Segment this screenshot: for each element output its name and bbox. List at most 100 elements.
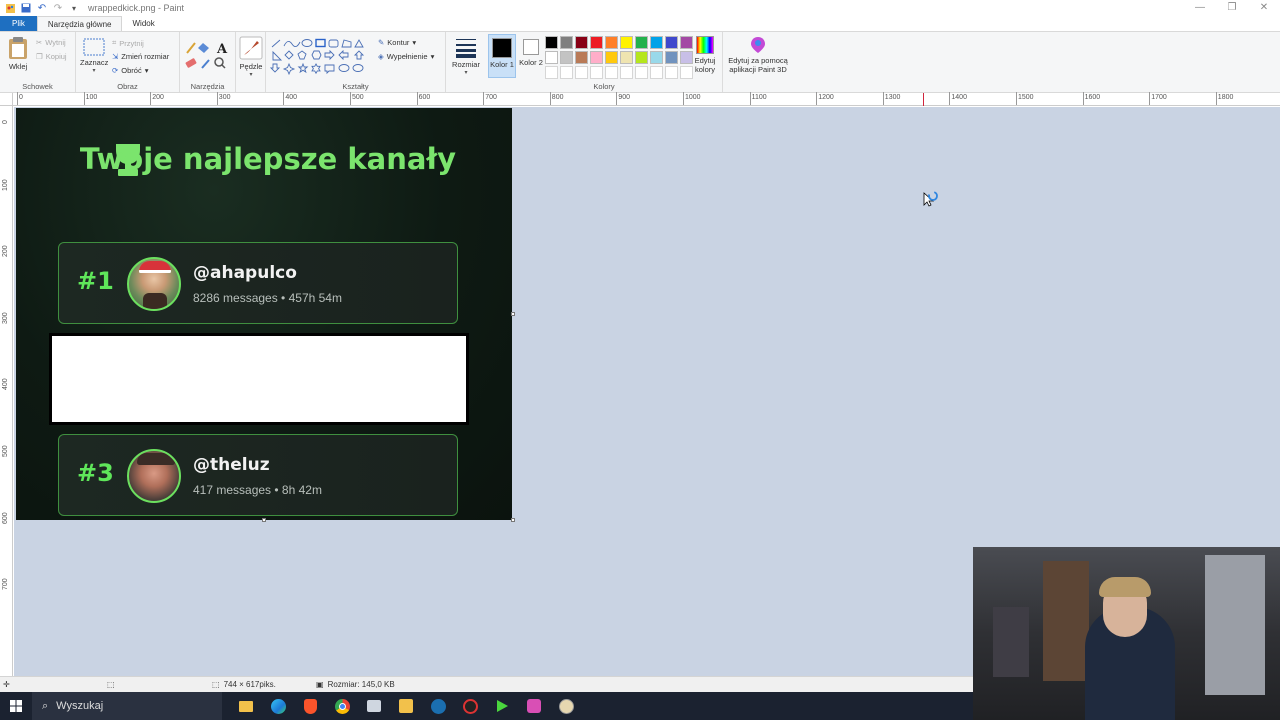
arrow-right-shape-icon[interactable] <box>324 49 335 61</box>
palette-swatch[interactable] <box>545 51 558 64</box>
crop-button[interactable]: ⌗ Przytnij <box>112 38 144 48</box>
palette-swatch[interactable] <box>590 51 603 64</box>
palette-swatch[interactable] <box>620 66 633 79</box>
ruler-tick <box>749 92 751 105</box>
diamond-shape-icon[interactable] <box>284 50 294 60</box>
palette-swatch[interactable] <box>560 66 573 79</box>
media-app-icon[interactable] <box>518 692 550 720</box>
maximize-button[interactable]: ❐ <box>1216 0 1248 16</box>
chrome-icon[interactable] <box>326 692 358 720</box>
minimize-button[interactable]: — <box>1184 0 1216 16</box>
right-triangle-shape-icon[interactable] <box>272 50 283 61</box>
app-icon[interactable] <box>358 692 390 720</box>
palette-swatch[interactable] <box>605 51 618 64</box>
selection-white-box[interactable] <box>49 333 469 425</box>
taskbar-search[interactable]: ⌕ Wyszukaj <box>32 692 222 720</box>
redo-icon[interactable]: ↷ <box>52 2 64 14</box>
fill-bucket-icon[interactable] <box>198 43 209 53</box>
copy-button[interactable]: ❐ Kopiuj <box>36 52 67 61</box>
brushes-button[interactable]: Pędzle ▾ <box>237 36 265 78</box>
brave-icon[interactable] <box>294 692 326 720</box>
curve-shape-icon[interactable] <box>283 41 301 47</box>
rectangle-shape-icon[interactable] <box>315 38 326 48</box>
star6-shape-icon[interactable] <box>311 63 321 75</box>
ruler-label: 600 <box>2 511 9 524</box>
obs-icon[interactable] <box>454 692 486 720</box>
palette-swatch[interactable] <box>650 66 663 79</box>
palette-swatch[interactable] <box>650 51 663 64</box>
palette-swatch[interactable] <box>665 51 678 64</box>
pencil-icon[interactable] <box>186 42 196 54</box>
file-explorer-icon[interactable] <box>230 692 262 720</box>
tab-view[interactable]: Widok <box>122 16 164 31</box>
shapes-gallery[interactable] <box>270 38 370 76</box>
fill-button[interactable]: ◈ Wypełnienie ▾ <box>378 52 434 61</box>
play-app-icon[interactable] <box>486 692 518 720</box>
arrow-down-shape-icon[interactable] <box>270 63 281 73</box>
arrow-left-shape-icon[interactable] <box>338 49 349 61</box>
cut-button[interactable]: ✂ Wytnij <box>36 38 66 47</box>
image-canvas[interactable]: Twoje najlepsze kanały #1 @ahapulco 8286… <box>16 108 512 520</box>
palette-swatch[interactable] <box>575 66 588 79</box>
palette-swatch[interactable] <box>605 66 618 79</box>
resize-handle-corner[interactable] <box>511 518 515 522</box>
line-shape-icon[interactable] <box>271 39 281 48</box>
palette-swatch[interactable] <box>635 66 648 79</box>
palette-swatch[interactable] <box>575 51 588 64</box>
undo-icon[interactable]: ↶ <box>36 2 48 14</box>
palette-swatch[interactable] <box>620 36 633 49</box>
calendar-app-icon[interactable] <box>390 692 422 720</box>
palette-swatch[interactable] <box>545 36 558 49</box>
tab-home[interactable]: Narzędzia główne <box>36 16 123 31</box>
palette-swatch[interactable] <box>620 51 633 64</box>
palette-swatch[interactable] <box>665 36 678 49</box>
palette-swatch[interactable] <box>665 66 678 79</box>
magnifier-icon[interactable] <box>214 57 226 69</box>
rounded-rectangle-shape-icon[interactable] <box>328 39 339 48</box>
color2-button[interactable]: Kolor 2 <box>518 34 544 67</box>
edge-icon[interactable] <box>262 692 294 720</box>
paint3d-button[interactable]: Edytuj za pomocą aplikacji Paint 3D <box>726 36 790 74</box>
palette-swatch[interactable] <box>560 51 573 64</box>
select-button[interactable]: Zaznacz ▾ <box>80 38 108 74</box>
palette-swatch[interactable] <box>590 66 603 79</box>
star5-shape-icon[interactable] <box>297 62 309 74</box>
save-icon[interactable] <box>20 2 32 14</box>
triangle-shape-icon[interactable] <box>354 39 364 48</box>
color1-button[interactable]: Kolor 1 <box>488 34 516 78</box>
callout-oval-shape-icon[interactable] <box>338 64 350 72</box>
tab-file[interactable]: Plik <box>0 16 37 31</box>
rotate-button[interactable]: ⟳ Obróć ▾ <box>112 66 149 75</box>
palette-swatch[interactable] <box>635 36 648 49</box>
palette-swatch[interactable] <box>545 66 558 79</box>
color-picker-icon[interactable] <box>201 59 210 69</box>
palette-swatch[interactable] <box>575 36 588 49</box>
start-button[interactable] <box>0 692 32 720</box>
callout-rect-shape-icon[interactable] <box>324 64 335 75</box>
paint-taskbar-icon[interactable] <box>550 692 582 720</box>
oval-shape-icon[interactable] <box>301 39 313 47</box>
resize-handle-bottom[interactable] <box>262 518 266 522</box>
steam-icon[interactable] <box>422 692 454 720</box>
text-icon[interactable]: A <box>216 42 228 57</box>
palette-swatch[interactable] <box>635 51 648 64</box>
resize-button[interactable]: ⇲ Zmień rozmiar <box>112 52 169 61</box>
pentagon-shape-icon[interactable] <box>297 50 307 60</box>
paste-button[interactable]: Wklej <box>4 36 32 71</box>
palette-swatch[interactable] <box>560 36 573 49</box>
palette-swatch[interactable] <box>590 36 603 49</box>
resize-handle-right[interactable] <box>511 312 515 316</box>
close-button[interactable]: ✕ <box>1248 0 1280 16</box>
outline-button[interactable]: ✎ Kontur ▾ <box>378 38 416 47</box>
arrow-up-shape-icon[interactable] <box>353 50 365 60</box>
callout-cloud-shape-icon[interactable] <box>352 64 364 72</box>
palette-swatch[interactable] <box>605 36 618 49</box>
palette-swatch[interactable] <box>650 36 663 49</box>
edit-colors-button[interactable]: Edytuj kolory <box>692 36 718 74</box>
polygon-shape-icon[interactable] <box>341 39 352 48</box>
quick-access-dropdown-icon[interactable]: ▾ <box>68 2 80 14</box>
size-button[interactable]: Rozmiar ▾ <box>450 36 482 76</box>
eraser-icon[interactable] <box>185 58 197 68</box>
star4-shape-icon[interactable] <box>282 62 296 76</box>
hexagon-shape-icon[interactable] <box>311 50 322 60</box>
